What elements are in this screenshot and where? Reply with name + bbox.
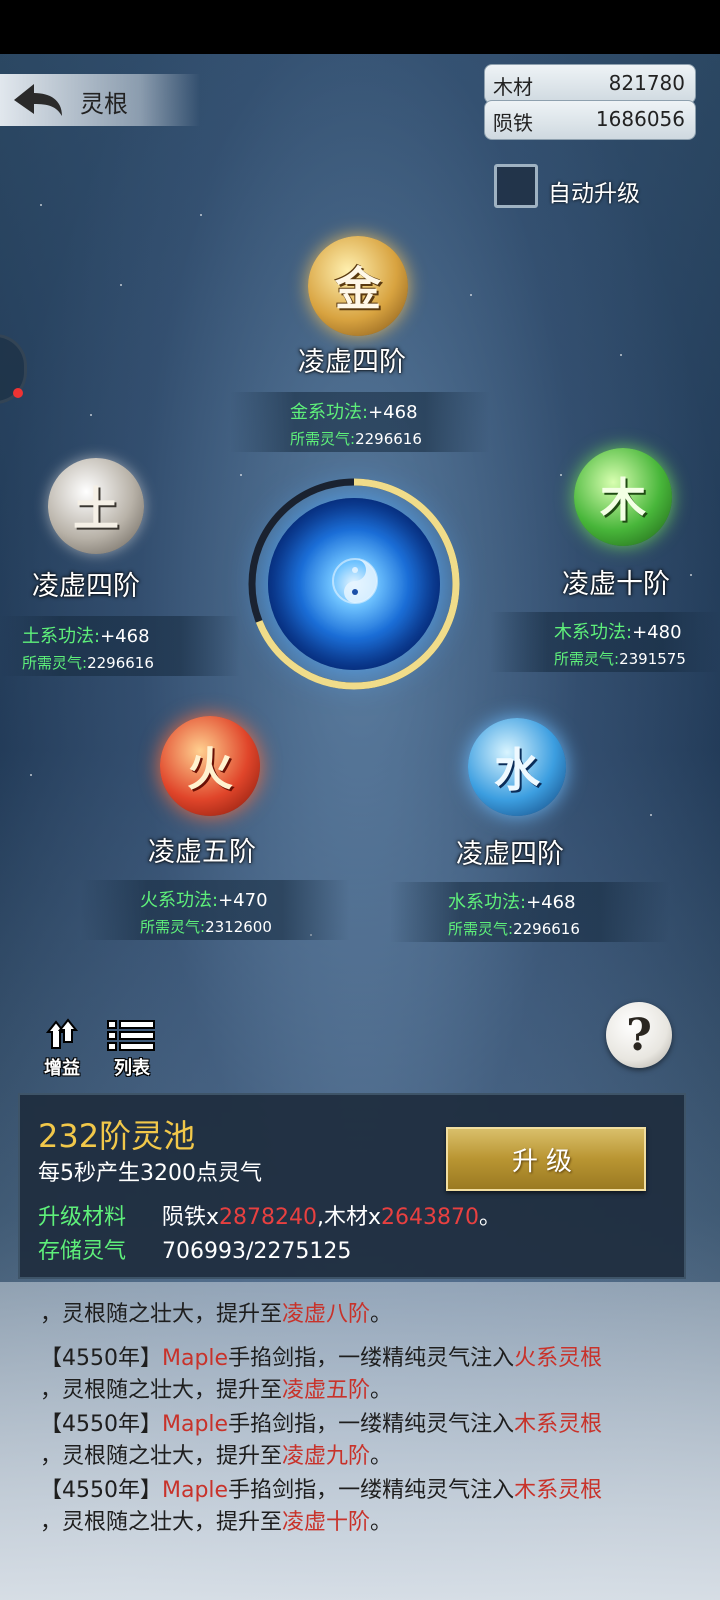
water-glyph: 水 bbox=[494, 743, 540, 797]
help-button[interactable]: ? bbox=[606, 1002, 672, 1068]
buff-arrows-icon bbox=[46, 1018, 79, 1049]
earth-skill: 土系功法:+468 bbox=[22, 626, 150, 647]
upgrade-button[interactable]: 升级 bbox=[446, 1127, 646, 1191]
list-icon bbox=[107, 1020, 155, 1051]
log-entry-cont: ，灵根随之壮大，提升至凌虚十阶。 bbox=[40, 1510, 393, 1535]
materials-label: 升级材料 bbox=[38, 1205, 127, 1230]
help-question-icon: ? bbox=[626, 1009, 652, 1061]
fire-level: 凌虚五阶 bbox=[148, 837, 256, 868]
pool-production: 每5秒产生3200点灵气 bbox=[38, 1161, 262, 1186]
upgrade-button-label: 升级 bbox=[511, 1146, 580, 1177]
buff-button[interactable]: 增益 bbox=[32, 1018, 92, 1080]
storage-value: 706993/2275125 bbox=[162, 1239, 352, 1264]
status-bar bbox=[0, 0, 720, 54]
log-entry: 【4550年】Maple手掐剑指，一缕精纯灵气注入木系灵根 bbox=[40, 1478, 603, 1503]
storage-row: 存储灵气 706993/2275125 bbox=[38, 1233, 351, 1265]
wood-cost: 2643870 bbox=[381, 1205, 480, 1230]
resource-wood-label: 木材 bbox=[493, 75, 533, 99]
back-arrow-icon[interactable] bbox=[10, 80, 66, 120]
spirit-pool-panel: 232阶灵池 每5秒产生3200点灵气 升级 升级材料 陨铁x2878240,木材… bbox=[18, 1093, 686, 1279]
event-log[interactable]: ，灵根随之壮大，提升至凌虚八阶。 【4550年】Maple手掐剑指，一缕精纯灵气… bbox=[0, 1282, 720, 1600]
wood-root-orb[interactable]: 木 bbox=[574, 448, 672, 546]
gold-skill: 金系功法:+468 bbox=[290, 402, 418, 423]
resource-wood: 木材 821780 bbox=[484, 64, 696, 104]
wood-level: 凌虚十阶 bbox=[562, 569, 670, 600]
fire-glyph: 火 bbox=[187, 742, 233, 796]
auto-upgrade-label: 自动升级 bbox=[548, 181, 640, 207]
resource-iron-value: 1686056 bbox=[595, 107, 685, 131]
water-level: 凌虚四阶 bbox=[456, 839, 564, 870]
fire-root-orb[interactable]: 火 bbox=[160, 716, 260, 816]
wood-skill: 木系功法:+480 bbox=[554, 622, 682, 643]
yin-yang-icon bbox=[332, 558, 378, 604]
storage-label: 存储灵气 bbox=[38, 1239, 127, 1264]
fire-required-qi: 所需灵气:2312600 bbox=[140, 918, 272, 936]
gold-root-orb[interactable]: 金 bbox=[308, 236, 408, 336]
gold-level: 凌虚四阶 bbox=[298, 347, 406, 378]
earth-glyph: 土 bbox=[73, 482, 119, 536]
gold-glyph: 金 bbox=[335, 262, 381, 316]
list-label: 列表 bbox=[114, 1058, 150, 1079]
earth-required-qi: 所需灵气:2296616 bbox=[22, 654, 154, 672]
log-entry-cont: ，灵根随之壮大，提升至凌虚九阶。 bbox=[40, 1444, 393, 1469]
wood-glyph: 木 bbox=[600, 473, 646, 527]
upgrade-materials-row: 升级材料 陨铁x2878240,木材x2643870。 bbox=[38, 1199, 501, 1231]
fire-skill: 火系功法:+470 bbox=[140, 890, 268, 911]
log-entry: 【4550年】Maple手掐剑指，一缕精纯灵气注入火系灵根 bbox=[40, 1346, 603, 1371]
water-root-orb[interactable]: 水 bbox=[468, 718, 566, 816]
log-partial-line: ，灵根随之壮大，提升至凌虚八阶。 bbox=[40, 1302, 393, 1327]
resource-meteor-iron: 陨铁 1686056 bbox=[484, 100, 696, 140]
gold-required-qi: 所需灵气:2296616 bbox=[290, 430, 422, 448]
earth-level: 凌虚四阶 bbox=[32, 571, 140, 602]
pool-title: 232阶灵池 bbox=[38, 1117, 196, 1155]
page-title: 灵根 bbox=[80, 90, 128, 118]
buff-label: 增益 bbox=[44, 1058, 80, 1079]
iron-cost: 2878240 bbox=[219, 1205, 318, 1230]
list-button[interactable]: 列表 bbox=[102, 1018, 162, 1080]
auto-upgrade-checkbox[interactable] bbox=[494, 164, 538, 208]
wood-required-qi: 所需灵气:2391575 bbox=[554, 650, 686, 668]
resource-wood-value: 821780 bbox=[608, 71, 685, 95]
water-skill: 水系功法:+468 bbox=[448, 892, 576, 913]
earth-root-orb[interactable]: 土 bbox=[48, 458, 144, 554]
notification-dot bbox=[13, 388, 23, 398]
resource-iron-label: 陨铁 bbox=[493, 111, 533, 135]
header-bar: 灵根 bbox=[0, 74, 200, 126]
water-required-qi: 所需灵气:2296616 bbox=[448, 920, 580, 938]
log-entry: 【4550年】Maple手掐剑指，一缕精纯灵气注入木系灵根 bbox=[40, 1412, 603, 1437]
log-entry-cont: ，灵根随之壮大，提升至凌虚五阶。 bbox=[40, 1378, 393, 1403]
